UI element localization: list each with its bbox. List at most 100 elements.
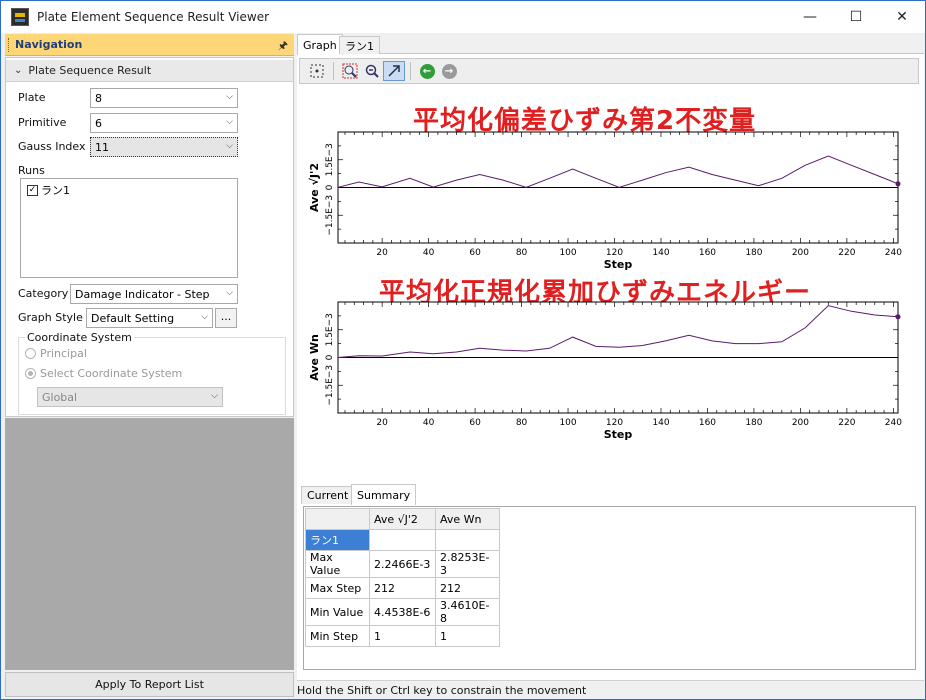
series-end-marker[interactable] xyxy=(895,314,901,320)
table-cell[interactable]: ラン1 xyxy=(305,529,370,551)
table-cell[interactable] xyxy=(369,529,436,551)
x-tick-label: 160 xyxy=(699,418,716,428)
table-row[interactable]: Max Value 2.2466E-3 2.8253E-3 xyxy=(305,550,500,578)
table-cell[interactable]: 4.4538E-6 xyxy=(369,598,436,626)
table-cell[interactable]: 2.2466E-3 xyxy=(369,550,436,578)
y-axis-label: Ave Wn xyxy=(308,334,321,381)
graph-style-value: Default Setting xyxy=(91,311,175,325)
y-tick-label: 0 xyxy=(325,184,335,190)
x-axis-label: Step xyxy=(604,258,633,271)
coordinate-system-select[interactable]: Global ⌵ xyxy=(37,387,223,407)
primitive-select[interactable]: 6 ⌵ xyxy=(90,113,238,133)
table-row[interactable]: ラン1 xyxy=(305,529,500,551)
runs-label: Runs xyxy=(18,164,45,177)
primitive-label: Primitive xyxy=(18,116,67,129)
table-row[interactable]: Min Step 1 1 xyxy=(305,625,500,647)
table-cell[interactable]: 212 xyxy=(435,577,500,599)
principal-radio[interactable]: Principal xyxy=(25,347,87,360)
tab-graph[interactable]: Graph xyxy=(297,34,343,55)
back-arrow-icon[interactable]: ← xyxy=(416,61,438,81)
zoom-out-icon[interactable] xyxy=(361,61,383,81)
graph-toolbar: ← → xyxy=(299,58,919,84)
x-tick-label: 140 xyxy=(652,248,669,258)
table-cell[interactable]: Min Step xyxy=(305,625,370,647)
x-tick-label: 100 xyxy=(559,418,576,428)
select-region-icon[interactable] xyxy=(306,61,328,81)
x-tick-label: 40 xyxy=(423,418,435,428)
chart1-plot[interactable]: 20 40 60 80 100 120 140 160 180 200 220 240 1.5E−3 0 −… xyxy=(297,126,924,276)
apply-to-report-button[interactable]: Apply To Report List xyxy=(5,672,294,697)
chart2-plot[interactable]: 20 40 60 80 100 120 140 160 180 200 220 240 1.5E−3 0 −… xyxy=(297,296,924,446)
chevron-down-icon[interactable]: ⌵ xyxy=(201,312,208,322)
x-tick-label: 120 xyxy=(606,248,623,258)
category-select[interactable]: Damage Indicator - Step ⌵ xyxy=(70,284,238,304)
y-tick-label: 0 xyxy=(325,354,335,360)
x-tick-label: 140 xyxy=(652,418,669,428)
navigation-header: Navigation 🖈 xyxy=(5,34,294,56)
x-tick-label: 80 xyxy=(516,248,528,258)
status-bar: Hold the Shift or Ctrl key to constrain … xyxy=(297,680,924,699)
table-cell[interactable]: 1 xyxy=(369,625,436,647)
chevron-down-icon[interactable]: ⌵ xyxy=(226,288,233,298)
navigation-panel: Navigation 🖈 ⌄ Plate Sequence Result Pla… xyxy=(5,34,294,699)
chevron-down-icon[interactable]: ⌵ xyxy=(226,117,233,127)
series-end-marker[interactable] xyxy=(895,181,901,187)
maximize-button[interactable]: ☐ xyxy=(833,1,879,33)
plate-select[interactable]: 8 ⌵ xyxy=(90,88,238,108)
tab-run1[interactable]: ラン1 xyxy=(339,36,380,54)
table-cell[interactable] xyxy=(435,529,500,551)
x-tick-label: 160 xyxy=(699,248,716,258)
gauss-index-value: 11 xyxy=(95,140,109,154)
toolbar-divider xyxy=(333,62,334,80)
coordinate-system-title: Coordinate System xyxy=(25,331,134,344)
table-cell[interactable]: Max Value xyxy=(305,550,370,578)
table-cell[interactable]: Min Value xyxy=(305,598,370,626)
table-cell[interactable]: 3.4610E-8 xyxy=(435,598,500,626)
close-button[interactable]: ✕ xyxy=(879,1,925,33)
graph-style-more-button[interactable]: ... xyxy=(215,308,237,328)
pin-icon[interactable]: 🖈 xyxy=(278,37,288,56)
grip-icon[interactable] xyxy=(8,37,11,52)
coordinate-system-value: Global xyxy=(42,390,78,404)
table-row[interactable]: Max Step 212 212 xyxy=(305,577,500,599)
x-tick-label: 180 xyxy=(745,418,762,428)
plate-label: Plate xyxy=(18,91,46,104)
zoom-region-icon[interactable] xyxy=(339,61,361,81)
checkbox-checked-icon[interactable]: ✓ xyxy=(27,184,38,196)
table-header-cell: Ave Wn xyxy=(435,508,500,530)
select-coordinate-radio[interactable]: Select Coordinate System xyxy=(25,367,182,380)
category-label: Category xyxy=(18,287,69,300)
table-cell[interactable]: 212 xyxy=(369,577,436,599)
navigation-body: ⌄ Plate Sequence Result Plate 8 ⌵ Primit… xyxy=(5,57,294,417)
chevron-down-icon[interactable]: ⌵ xyxy=(226,141,233,151)
radio-icon[interactable] xyxy=(25,348,36,359)
section-header[interactable]: ⌄ Plate Sequence Result xyxy=(6,60,293,82)
app-window: Plate Element Sequence Result Viewer — ☐… xyxy=(0,0,926,700)
table-row[interactable]: Min Value 4.4538E-6 3.4610E-8 xyxy=(305,598,500,626)
chevron-down-icon[interactable]: ⌵ xyxy=(226,92,233,102)
gauss-index-select[interactable]: 11 ⌵ xyxy=(90,137,238,157)
forward-arrow-icon[interactable]: → xyxy=(438,61,460,81)
run-checkbox-item[interactable]: ✓ ラン1 xyxy=(27,182,70,198)
run-item-label: ラン1 xyxy=(41,184,70,197)
top-tab-strip: Graph ラン1 xyxy=(297,34,924,55)
table-cell[interactable]: 1 xyxy=(435,625,500,647)
y-axis-label: Ave √J'2 xyxy=(308,163,321,212)
tab-summary[interactable]: Summary xyxy=(351,484,417,505)
window-controls: — ☐ ✕ xyxy=(787,1,925,33)
radio-selected-icon[interactable] xyxy=(25,368,36,379)
table-header-row: Ave √J'2 Ave Wn xyxy=(305,508,500,530)
toolbar-divider xyxy=(410,62,411,80)
graph-style-select[interactable]: Default Setting ⌵ xyxy=(86,308,213,328)
tab-current[interactable]: Current xyxy=(301,486,355,504)
double-chevron-icon[interactable]: ⌄ xyxy=(14,65,22,76)
x-axis-label: Step xyxy=(604,428,633,441)
minimize-button[interactable]: — xyxy=(787,1,833,33)
table-cell[interactable]: Max Step xyxy=(305,577,370,599)
runs-list[interactable]: ✓ ラン1 xyxy=(20,178,238,278)
table-cell[interactable]: 2.8253E-3 xyxy=(435,550,500,578)
window-title: Plate Element Sequence Result Viewer xyxy=(37,10,270,24)
coordinate-system-group: Coordinate System Principal Select Coord… xyxy=(18,331,286,415)
pan-arrow-icon[interactable] xyxy=(383,61,405,81)
chevron-down-icon[interactable]: ⌵ xyxy=(211,391,218,401)
